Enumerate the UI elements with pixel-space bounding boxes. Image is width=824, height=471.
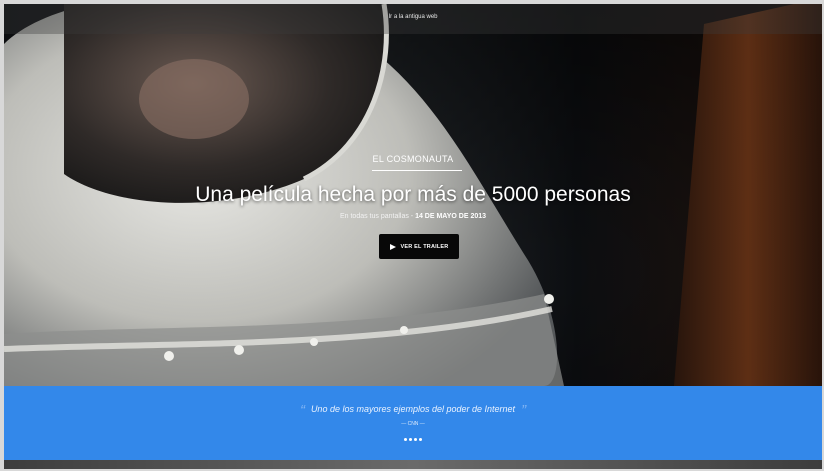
top-bar: Ir a la antigua web (4, 4, 822, 34)
release-prefix: En todas tus pantallas - (339, 213, 416, 220)
press-quote-band: “ Uno de los mayores ejemplos del poder d… (4, 386, 822, 460)
release-date: 14 DE MAYO DE 2013 (415, 213, 487, 220)
hero-section: Ir a la antigua web EL COSMONAUTA Una pe… (4, 4, 822, 386)
film-title: EL COSMONAUTA (372, 154, 454, 164)
carousel-dot[interactable] (414, 438, 417, 441)
watch-trailer-label: VER EL TRAILER (400, 243, 449, 250)
carousel-dot[interactable] (419, 438, 422, 441)
carousel-dot[interactable] (409, 438, 412, 441)
next-section-preview (4, 460, 822, 469)
carousel-dots (4, 438, 822, 441)
hero-headline: Una película hecha por más de 5000 perso… (195, 183, 631, 206)
page: Ir a la antigua web EL COSMONAUTA Una pe… (4, 4, 822, 469)
play-icon (389, 243, 396, 250)
press-quote: “ Uno de los mayores ejemplos del poder d… (4, 402, 822, 419)
quote-text: Uno de los mayores ejemplos del poder de… (310, 404, 516, 414)
old-site-link[interactable]: Ir a la antigua web (4, 14, 822, 20)
title-underline (372, 170, 462, 171)
open-quote-icon: “ (299, 402, 305, 419)
carousel-dot[interactable] (404, 438, 407, 441)
close-quote-icon: ” (521, 402, 527, 419)
quote-source: — CNN — (401, 421, 425, 427)
watch-trailer-button[interactable]: VER EL TRAILER (379, 234, 459, 259)
release-info: En todas tus pantallas - 14 DE MAYO DE 2… (4, 213, 822, 220)
